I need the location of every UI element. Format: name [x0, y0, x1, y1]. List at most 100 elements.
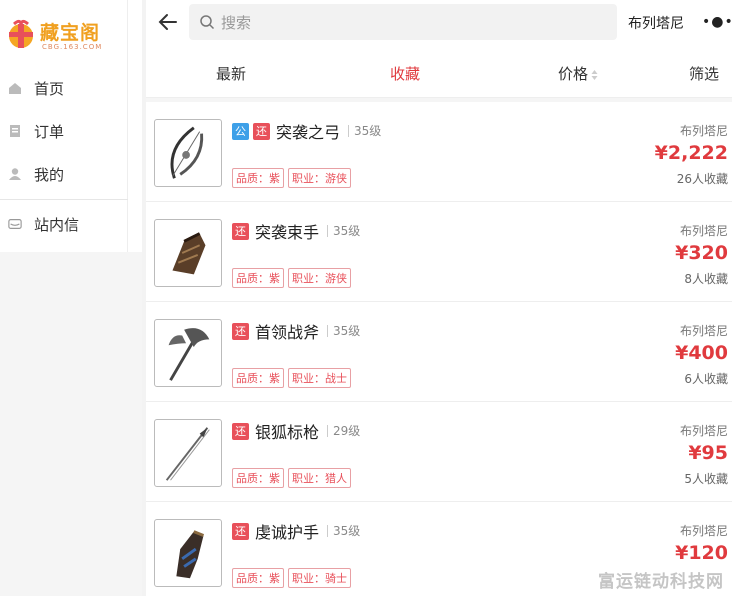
return-tag-badge: 还 [232, 222, 249, 240]
spear-icon [165, 427, 210, 481]
more-menu-icon[interactable]: •●• [702, 14, 732, 30]
arrow-left-icon [158, 14, 177, 30]
return-tag-badge: 还 [232, 522, 249, 540]
item-title-row: 还 银狐标枪 29级 [232, 419, 360, 443]
item-attributes: 品质：紫 职业：战士 [232, 368, 355, 388]
quality-badge: 品质：紫 [232, 268, 284, 288]
order-icon [8, 124, 22, 138]
gauntlet-icon [176, 530, 205, 579]
tab-price-label: 价格 [558, 65, 589, 83]
return-tag-badge: 还 [232, 422, 249, 440]
bow-icon [170, 126, 204, 179]
search-input[interactable]: 搜索 [189, 4, 617, 40]
item-attributes: 品质：紫 职业：猎人 [232, 468, 355, 488]
item-name: 突袭之弓 [276, 123, 341, 142]
top-bar: 搜索 布列塔尼 •●• [146, 0, 732, 46]
sidebar-item-label: 订单 [34, 122, 65, 141]
quality-badge: 品质：紫 [232, 468, 284, 488]
logo-text: 藏宝阁 [40, 22, 101, 44]
item-name: 首领战斧 [255, 323, 320, 342]
item-attributes: 品质：紫 职业：骑士 [232, 568, 355, 588]
item-server: 布列塔尼 [679, 524, 728, 538]
job-badge: 职业：骑士 [288, 568, 351, 588]
sidebar-item-orders[interactable]: 订单 [0, 111, 128, 151]
sidebar-item-label: 我的 [34, 165, 65, 184]
tab-latest[interactable]: 最新 [216, 63, 246, 84]
item-thumbnail [154, 419, 222, 487]
public-tag-badge: 公 [232, 122, 249, 140]
tab-filter[interactable]: 筛选 [689, 63, 719, 84]
sidebar-background [0, 252, 142, 596]
axe-icon [168, 328, 210, 381]
item-thumbnail [154, 219, 222, 287]
sort-tabs: 最新 收藏 价格 筛选 [146, 46, 732, 98]
item-level: 35级 [327, 525, 360, 537]
sidebar: 藏宝阁 CBG.163.COM 首页 订单 我的 站内信 [0, 0, 128, 252]
item-title-row: 还 虔诚护手 35级 [232, 519, 360, 543]
quality-badge: 品质：紫 [232, 368, 284, 388]
item-level: 35级 [348, 125, 381, 137]
search-placeholder: 搜索 [221, 13, 252, 32]
item-level: 29级 [327, 425, 360, 437]
item-price: ¥95 [688, 442, 728, 464]
back-button[interactable] [156, 10, 180, 34]
item-favorites: 8人收藏 [684, 272, 728, 286]
item-list: 公 还 突袭之弓 35级 品质：紫 职业：游侠 布列塔尼 ¥2,222 26人收… [146, 102, 732, 596]
item-favorites: 5人收藏 [684, 472, 728, 486]
item-level: 35级 [327, 225, 360, 237]
list-item[interactable]: 还 突袭束手 35级 品质：紫 职业：游侠 布列塔尼 ¥320 8人收藏 [146, 202, 732, 302]
item-name: 突袭束手 [255, 223, 320, 242]
logo[interactable]: 藏宝阁 CBG.163.COM [4, 14, 122, 54]
item-price: ¥2,222 [654, 142, 728, 164]
item-server: 布列塔尼 [679, 224, 728, 238]
logo-subtext: CBG.163.COM [42, 43, 103, 51]
item-favorites: 6人收藏 [684, 372, 728, 386]
watermark: 富运链动科技网 [598, 572, 724, 592]
list-item[interactable]: 还 首领战斧 35级 品质：紫 职业：战士 布列塔尼 ¥400 6人收藏 [146, 302, 732, 402]
item-server: 布列塔尼 [679, 124, 728, 138]
item-name: 银狐标枪 [255, 423, 320, 442]
sidebar-item-label: 站内信 [34, 215, 80, 234]
item-price: ¥120 [675, 542, 728, 564]
item-attributes: 品质：紫 职业：游侠 [232, 168, 355, 188]
item-favorites: 26人收藏 [676, 172, 728, 186]
item-attributes: 品质：紫 职业：游侠 [232, 268, 355, 288]
search-icon [200, 15, 215, 30]
list-item[interactable]: 公 还 突袭之弓 35级 品质：紫 职业：游侠 布列塔尼 ¥2,222 26人收… [146, 102, 732, 202]
bracer-icon [172, 232, 206, 275]
quality-badge: 品质：紫 [232, 168, 284, 188]
home-icon [8, 81, 22, 95]
sidebar-item-mine[interactable]: 我的 [0, 154, 128, 194]
item-price: ¥400 [675, 342, 728, 364]
item-server: 布列塔尼 [679, 424, 728, 438]
item-level: 35级 [327, 325, 360, 337]
item-title-row: 还 突袭束手 35级 [232, 219, 360, 243]
return-tag-badge: 还 [232, 322, 249, 340]
sort-arrows-icon [591, 69, 598, 80]
job-badge: 职业：猎人 [288, 468, 351, 488]
quality-badge: 品质：紫 [232, 568, 284, 588]
item-thumbnail [154, 119, 222, 187]
job-badge: 职业：游侠 [288, 268, 351, 288]
return-tag-badge: 还 [253, 122, 270, 140]
list-item[interactable]: 还 银狐标枪 29级 品质：紫 职业：猎人 布列塔尼 ¥95 5人收藏 [146, 402, 732, 502]
divider [0, 199, 128, 200]
item-price: ¥320 [675, 242, 728, 264]
item-server: 布列塔尼 [679, 324, 728, 338]
tab-price[interactable]: 价格 [558, 63, 598, 84]
mail-icon [8, 217, 22, 231]
job-badge: 职业：游侠 [288, 168, 351, 188]
sidebar-item-messages[interactable]: 站内信 [0, 204, 128, 244]
gift-logo-icon [9, 19, 33, 48]
user-icon [8, 167, 22, 181]
item-title-row: 还 首领战斧 35级 [232, 319, 360, 343]
server-selector[interactable]: 布列塔尼 [628, 13, 684, 33]
item-thumbnail [154, 519, 222, 587]
job-badge: 职业：战士 [288, 368, 351, 388]
sidebar-item-label: 首页 [34, 79, 65, 98]
sidebar-item-home[interactable]: 首页 [0, 68, 128, 108]
item-name: 虔诚护手 [255, 523, 320, 542]
item-title-row: 公 还 突袭之弓 35级 [232, 119, 381, 143]
tab-favorites[interactable]: 收藏 [390, 63, 420, 84]
item-thumbnail [154, 319, 222, 387]
